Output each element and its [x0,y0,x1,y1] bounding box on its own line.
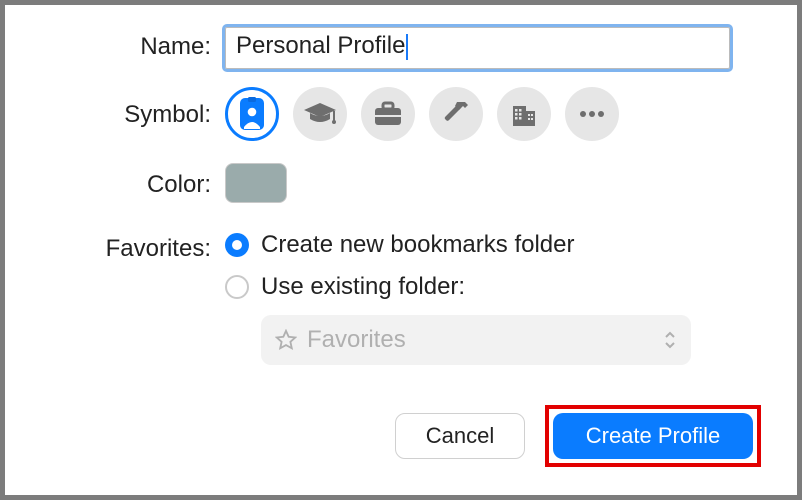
name-input-value: Personal Profile [236,32,405,59]
badge-icon [239,97,265,131]
existing-folder-popup[interactable]: Favorites [261,315,691,365]
name-label: Name: [45,27,225,61]
symbol-hammer[interactable] [429,87,483,141]
button-bar: Cancel Create Profile [395,405,761,467]
building-icon [510,100,538,128]
symbol-label: Symbol: [45,87,225,129]
symbol-more[interactable] [565,87,619,141]
symbol-badge[interactable] [225,87,279,141]
create-profile-button[interactable]: Create Profile [553,413,753,459]
chevron-updown-icon [663,315,677,365]
color-row: Color: [45,163,757,203]
name-input[interactable]: Personal Profile [225,27,730,69]
create-button-label: Create Profile [586,423,721,449]
symbol-row: Symbol: [45,87,757,141]
symbol-graduation[interactable] [293,87,347,141]
symbol-options [225,87,757,141]
cancel-button-label: Cancel [426,423,494,449]
color-label: Color: [45,163,225,199]
symbol-building[interactable] [497,87,551,141]
favorites-option-label: Use existing folder: [261,273,465,301]
name-row: Name: Personal Profile [45,27,757,69]
existing-folder-value: Favorites [307,326,406,354]
text-caret [406,34,408,60]
color-swatch[interactable] [225,163,287,203]
briefcase-icon [373,100,403,128]
favorites-row: Favorites: Create new bookmarks folder U… [45,229,757,365]
favorites-option-create-new[interactable]: Create new bookmarks folder [225,231,757,259]
favorites-label: Favorites: [45,229,225,263]
cancel-button[interactable]: Cancel [395,413,525,459]
hammer-icon [441,99,471,129]
radio-checked-icon [225,233,249,257]
symbol-briefcase[interactable] [361,87,415,141]
create-button-highlight: Create Profile [545,405,761,467]
graduation-cap-icon [303,101,337,127]
create-profile-dialog: Name: Personal Profile Symbol: [0,0,802,500]
star-icon [275,329,297,351]
favorites-option-use-existing[interactable]: Use existing folder: [225,273,757,301]
radio-unchecked-icon [225,275,249,299]
ellipsis-icon [578,109,606,119]
favorites-option-label: Create new bookmarks folder [261,231,574,259]
